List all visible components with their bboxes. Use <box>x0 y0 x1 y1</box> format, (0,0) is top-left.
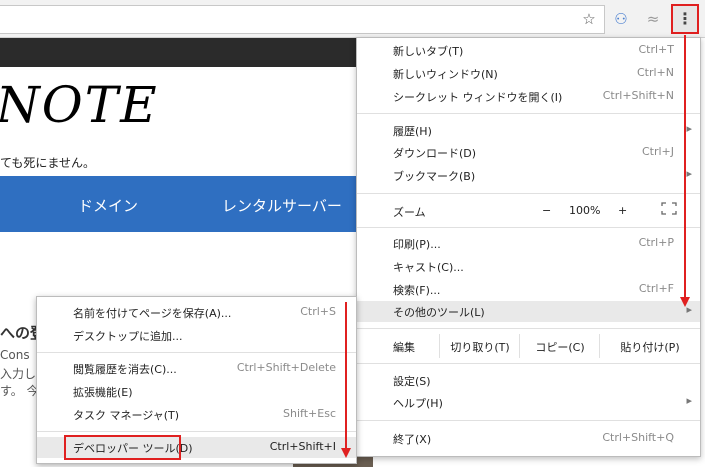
menu-item-shortcut: Ctrl+N <box>636 66 674 79</box>
browser-toolbar: ☆ ⚇ ≈ ⋮ <box>0 0 705 38</box>
menu-item-new-tab[interactable]: 新しいタブ(T) Ctrl+T <box>357 40 700 61</box>
menu-item-shortcut: Ctrl+F <box>638 282 674 295</box>
menu-item-shortcut: Ctrl+J <box>641 145 674 158</box>
menu-item-find[interactable]: 検索(F)... Ctrl+F <box>357 279 700 300</box>
nav-item-server[interactable]: レンタルサーバー <box>222 195 342 216</box>
submenu-item-add-to-desktop[interactable]: デスクトップに追加... <box>37 325 356 346</box>
annotation-highlight-box <box>64 435 181 460</box>
submenu-arrow-icon: ▸ <box>686 122 692 135</box>
content-text-2: 入力し <box>0 367 37 381</box>
menu-item-label: 拡張機能(E) <box>73 386 133 399</box>
submenu-item-extensions[interactable]: 拡張機能(E) <box>37 381 356 402</box>
menu-item-label: 新しいタブ(T) <box>393 45 464 58</box>
menu-item-shortcut: Ctrl+Shift+I <box>269 440 336 453</box>
edit-label: 編集 <box>393 341 415 354</box>
menu-separator <box>357 227 700 228</box>
site-tagline: ても死にません。 <box>0 156 96 170</box>
site-nav: ドメイン レンタルサーバー <box>0 176 356 232</box>
menu-item-label: ヘルプ(H) <box>393 397 443 410</box>
annotation-arrow-head <box>680 297 690 307</box>
bookmark-star-icon[interactable]: ☆ <box>579 9 599 29</box>
menu-item-shortcut: Ctrl+Shift+Delete <box>236 361 336 374</box>
menu-separator <box>37 431 356 432</box>
fullscreen-icon[interactable] <box>661 202 677 215</box>
menu-item-label: 履歴(H) <box>393 125 432 138</box>
menu-item-more-tools[interactable]: その他のツール(L) ▸ <box>357 301 700 322</box>
menu-item-settings[interactable]: 設定(S) <box>357 370 700 391</box>
menu-item-label: 終了(X) <box>393 433 432 446</box>
menu-item-cast[interactable]: キャスト(C)... <box>357 256 700 277</box>
submenu-item-task-manager[interactable]: タスク マネージャ(T) Shift+Esc <box>37 404 356 425</box>
menu-item-downloads[interactable]: ダウンロード(D) Ctrl+J <box>357 142 700 163</box>
menu-item-print[interactable]: 印刷(P)... Ctrl+P <box>357 233 700 254</box>
menu-item-label: 閲覧履歴を消去(C)... <box>73 363 177 376</box>
annotation-arrow-line-2 <box>345 302 347 449</box>
menu-item-new-window[interactable]: 新しいウィンドウ(N) Ctrl+N <box>357 63 700 84</box>
copy-button[interactable]: コピー(C) <box>519 334 600 358</box>
site-logo: NOTE <box>0 76 159 134</box>
menu-separator <box>357 193 700 194</box>
menu-zoom-row: ズーム − 100% + <box>357 201 700 222</box>
extension-icon-2[interactable]: ≈ <box>643 9 663 29</box>
menu-separator <box>357 328 700 329</box>
submenu-item-save-page[interactable]: 名前を付けてページを保存(A)... Ctrl+S <box>37 302 356 323</box>
paste-button[interactable]: 貼り付け(P) <box>599 334 700 358</box>
chrome-menu-button[interactable]: ⋮ <box>671 4 699 34</box>
copy-label: コピー(C) <box>535 341 585 354</box>
menu-separator <box>357 420 700 421</box>
menu-item-shortcut: Shift+Esc <box>283 407 336 420</box>
menu-item-label: タスク マネージャ(T) <box>73 409 180 422</box>
menu-item-bookmarks[interactable]: ブックマーク(B) ▸ <box>357 165 700 186</box>
menu-item-label: シークレット ウィンドウを開く(I) <box>393 91 563 104</box>
menu-item-shortcut: Ctrl+S <box>300 305 336 318</box>
submenu-arrow-icon: ▸ <box>686 394 692 407</box>
menu-item-shortcut: Ctrl+Shift+Q <box>602 431 674 444</box>
chrome-main-menu: 新しいタブ(T) Ctrl+T 新しいウィンドウ(N) Ctrl+N シークレッ… <box>356 37 701 457</box>
menu-item-label: ブックマーク(B) <box>393 170 476 183</box>
cut-label: 切り取り(T) <box>450 341 510 354</box>
content-text-1: Cons <box>0 348 30 362</box>
content-text-3: す。 今 <box>0 384 39 398</box>
nav-item-domain[interactable]: ドメイン <box>78 195 138 216</box>
zoom-label: ズーム <box>393 206 426 219</box>
menu-item-label: その他のツール(L) <box>393 306 485 319</box>
submenu-arrow-icon: ▸ <box>686 167 692 180</box>
address-bar[interactable] <box>0 5 605 34</box>
extension-icon[interactable]: ⚇ <box>611 9 631 29</box>
menu-item-help[interactable]: ヘルプ(H) ▸ <box>357 392 700 413</box>
menu-separator <box>357 113 700 114</box>
menu-separator <box>357 363 700 364</box>
site-header-bar <box>0 38 356 67</box>
menu-item-label: 検索(F)... <box>393 284 441 297</box>
menu-item-label: 設定(S) <box>393 375 431 388</box>
menu-item-label: 名前を付けてページを保存(A)... <box>73 307 232 320</box>
annotation-arrow-line <box>684 35 686 298</box>
zoom-out-button[interactable]: − <box>542 204 551 217</box>
menu-item-shortcut: Ctrl+Shift+N <box>602 89 674 102</box>
menu-item-label: キャスト(C)... <box>393 261 464 274</box>
menu-item-history[interactable]: 履歴(H) ▸ <box>357 120 700 141</box>
submenu-item-clear-history[interactable]: 閲覧履歴を消去(C)... Ctrl+Shift+Delete <box>37 358 356 379</box>
cut-button[interactable]: 切り取り(T) <box>439 334 520 358</box>
zoom-in-button[interactable]: + <box>618 204 627 217</box>
paste-label: 貼り付け(P) <box>620 341 680 354</box>
menu-edit-row: 編集 切り取り(T) コピー(C) 貼り付け(P) <box>357 334 700 358</box>
menu-item-shortcut: Ctrl+P <box>638 236 674 249</box>
menu-item-label: デスクトップに追加... <box>73 330 183 343</box>
menu-item-label: ダウンロード(D) <box>393 147 477 160</box>
more-tools-submenu: 名前を付けてページを保存(A)... Ctrl+S デスクトップに追加... 閲… <box>36 296 357 464</box>
menu-item-label: 印刷(P)... <box>393 238 441 251</box>
menu-item-exit[interactable]: 終了(X) Ctrl+Shift+Q <box>357 428 700 449</box>
menu-item-label: 新しいウィンドウ(N) <box>393 68 498 81</box>
menu-separator <box>37 352 356 353</box>
menu-item-shortcut: Ctrl+T <box>638 43 674 56</box>
annotation-arrow-head-2 <box>341 448 351 458</box>
zoom-value: 100% <box>569 204 601 217</box>
menu-item-incognito[interactable]: シークレット ウィンドウを開く(I) Ctrl+Shift+N <box>357 86 700 107</box>
